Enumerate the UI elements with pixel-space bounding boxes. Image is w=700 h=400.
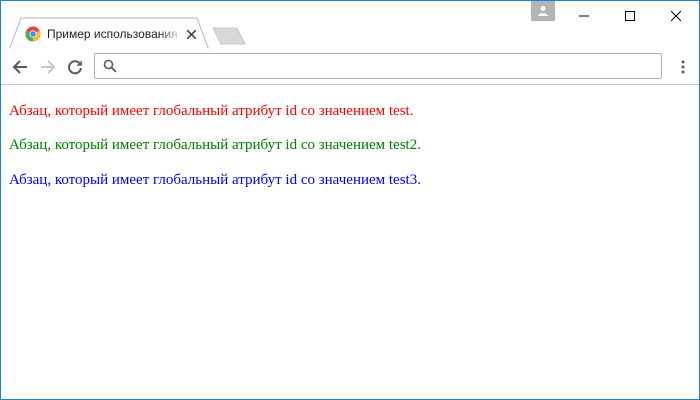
back-button[interactable] (8, 55, 32, 79)
close-icon (671, 11, 681, 21)
forward-arrow-icon (41, 60, 56, 74)
reload-button[interactable] (63, 55, 87, 79)
paragraph-test3: Абзац, который имеет глобальный атрибут … (9, 172, 421, 188)
chrome-favicon-icon (25, 26, 41, 42)
more-vert-icon (681, 60, 685, 74)
close-icon (186, 29, 196, 39)
toolbar (1, 49, 699, 85)
address-input[interactable] (123, 56, 657, 78)
paragraph-test: Абзац, который имеет глобальный атрибут … (9, 103, 414, 119)
page-content: Абзац, который имеет глобальный атрибут … (1, 85, 699, 399)
back-arrow-icon (12, 60, 27, 74)
address-bar[interactable] (94, 53, 662, 79)
paragraph-test2: Абзац, который имеет глобальный атрибут … (9, 137, 421, 153)
minimize-icon (579, 15, 589, 17)
person-icon (538, 6, 548, 16)
minimize-button[interactable] (561, 1, 607, 31)
maximize-icon (625, 11, 635, 21)
title-bar: Пример использования (1, 1, 699, 50)
profile-button[interactable] (531, 1, 555, 21)
browser-menu-button[interactable] (673, 55, 693, 79)
forward-button[interactable] (36, 55, 60, 79)
tab-close-button[interactable] (183, 26, 199, 42)
maximize-button[interactable] (607, 1, 653, 31)
close-window-button[interactable] (653, 1, 699, 31)
tab-title-fade (159, 24, 183, 44)
new-tab-button[interactable] (211, 27, 247, 45)
browser-window: Пример использования Абзац, который имее… (0, 0, 700, 400)
tab-active[interactable]: Пример использования (9, 17, 209, 50)
reload-icon (68, 60, 82, 75)
search-icon (103, 59, 117, 73)
